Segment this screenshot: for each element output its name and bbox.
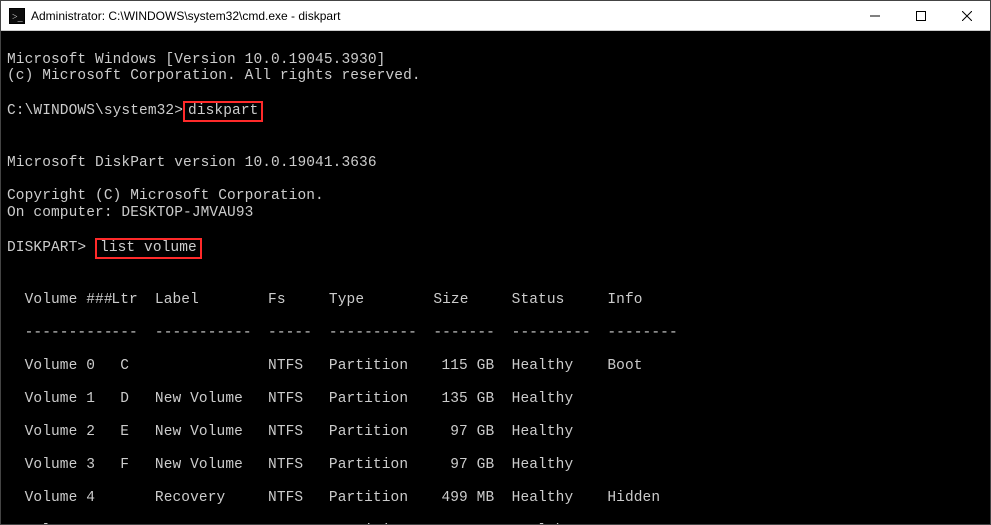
maximize-button[interactable] (898, 1, 944, 31)
table-row: Volume 2 E New VolumeNTFSPartition97 GBH… (7, 424, 984, 441)
diskpart-copyright: Copyright (C) Microsoft Corporation. (7, 188, 324, 204)
svg-text:>_: >_ (12, 12, 24, 23)
volume-table-body: Volume 0 C NTFSPartition115 GBHealthyBoo… (7, 358, 984, 525)
table-row: Volume 0 C NTFSPartition115 GBHealthyBoo… (7, 358, 984, 375)
copyright-line: (c) Microsoft Corporation. All rights re… (7, 68, 421, 84)
prompt-path: C:\WINDOWS\system32> (7, 103, 183, 119)
terminal-output[interactable]: Microsoft Windows [Version 10.0.19045.39… (1, 31, 990, 524)
table-row: Volume 5 FAT32Partition100 MBHealthySyst… (7, 523, 984, 525)
computer-name: On computer: DESKTOP-JMVAU93 (7, 205, 253, 221)
table-separator: ---------- --- -------------------------… (7, 325, 984, 342)
cmd-list-volume: list volume (95, 238, 202, 259)
table-row: Volume 3 F New VolumeNTFSPartition97 GBH… (7, 457, 984, 474)
diskpart-version: Microsoft DiskPart version 10.0.19041.36… (7, 155, 377, 171)
window-title: Administrator: C:\WINDOWS\system32\cmd.e… (31, 9, 340, 23)
table-header: Volume ### Ltr LabelFsTypeSizeStatusInfo (7, 292, 984, 309)
minimize-button[interactable] (852, 1, 898, 31)
diskpart-prompt: DISKPART> (7, 240, 95, 256)
titlebar[interactable]: >_ Administrator: C:\WINDOWS\system32\cm… (1, 1, 990, 31)
cmd-diskpart: diskpart (183, 101, 263, 122)
close-button[interactable] (944, 1, 990, 31)
table-row: Volume 4 RecoveryNTFSPartition499 MBHeal… (7, 490, 984, 507)
table-row: Volume 1 D New VolumeNTFSPartition135 GB… (7, 391, 984, 408)
os-version-line: Microsoft Windows [Version 10.0.19045.39… (7, 52, 385, 68)
cmd-icon: >_ (9, 8, 25, 24)
cmd-window: >_ Administrator: C:\WINDOWS\system32\cm… (0, 0, 991, 525)
